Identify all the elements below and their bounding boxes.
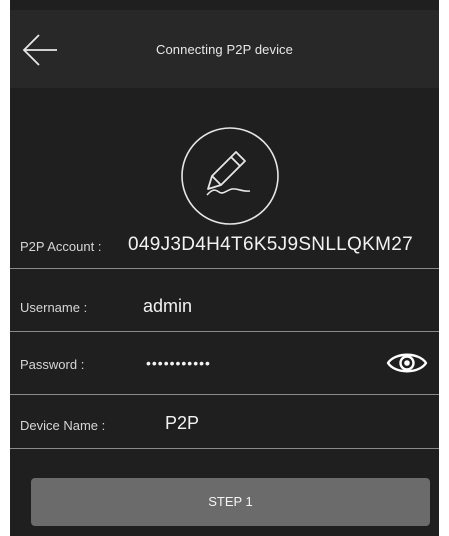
password-row[interactable]: Password : ••••••••••• [10, 345, 439, 387]
device-name-row[interactable]: Device Name : P2P [10, 408, 439, 450]
password-label: Password : [20, 357, 85, 372]
username-label: Username : [20, 300, 88, 315]
pencil-signature-icon [180, 126, 280, 226]
password-field[interactable]: ••••••••••• [146, 355, 211, 371]
username-row[interactable]: Username : admin [10, 282, 439, 324]
eye-icon [386, 353, 428, 373]
page-title: Connecting P2P device [155, 42, 293, 57]
account-label: P2P Account : [20, 239, 102, 254]
show-password-toggle[interactable] [385, 349, 429, 377]
step-1-button[interactable]: STEP 1 [31, 478, 430, 526]
username-field[interactable]: admin [143, 296, 192, 317]
device-name-label: Device Name : [20, 418, 106, 433]
divider [10, 448, 439, 449]
device-name-field[interactable]: P2P [165, 413, 199, 434]
header-bar: Connecting P2P device [10, 10, 439, 88]
divider [10, 394, 439, 395]
divider [10, 268, 439, 269]
screen: Connecting P2P device P2P Account : 049J… [10, 0, 439, 536]
account-row: P2P Account : 049J3D4H4T6K5J9SNLLQKM27 [10, 226, 439, 268]
divider [10, 331, 439, 332]
account-value: 049J3D4H4T6K5J9SNLLQKM27 [128, 234, 413, 255]
